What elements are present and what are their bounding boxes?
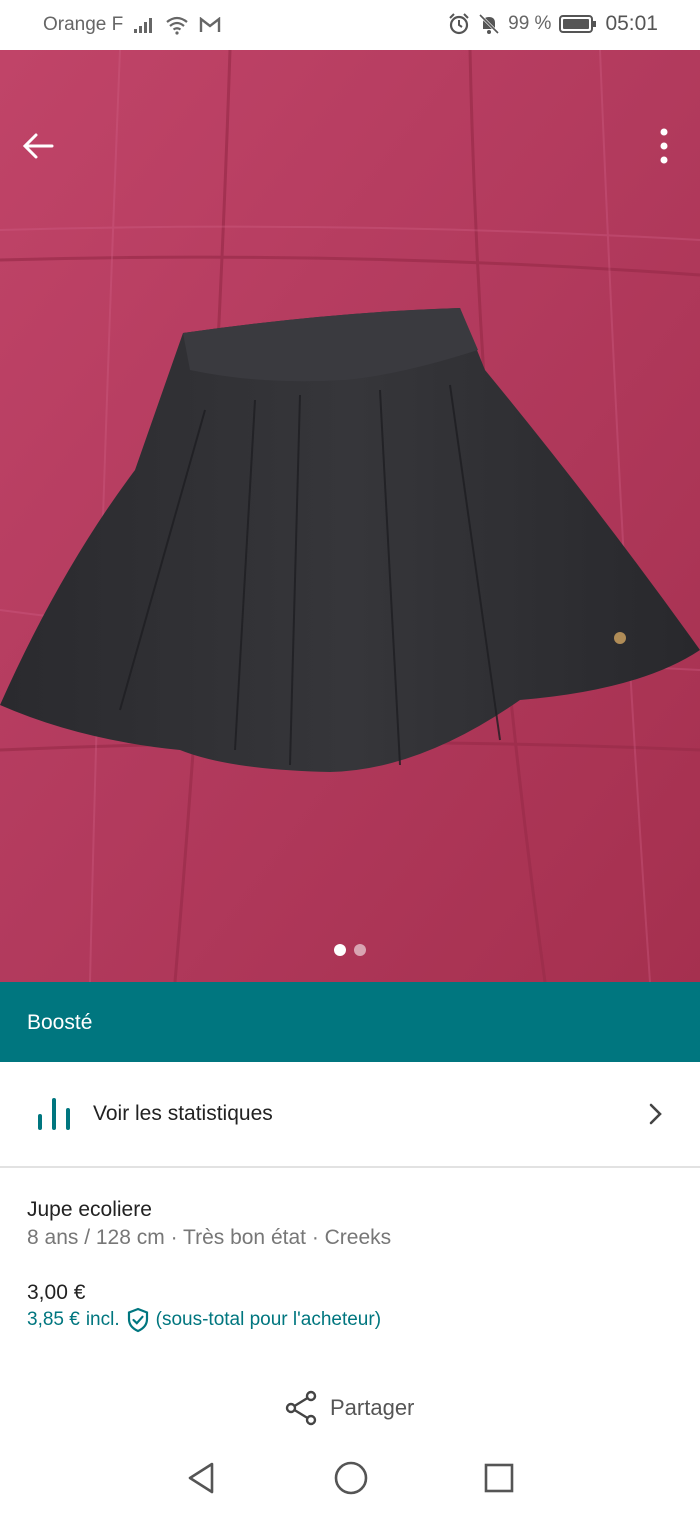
gallery-pagination [334,944,366,956]
gmail-icon [200,17,221,32]
nav-home-icon[interactable] [333,1460,369,1496]
system-navigation-bar [0,1440,700,1517]
mute-bell-icon [479,13,500,35]
status-bar: Orange F 99 % 05:01 [0,0,700,50]
stats-bars-icon [38,1098,70,1130]
back-arrow-icon[interactable] [20,128,56,164]
item-price: 3,00 € [27,1281,86,1304]
view-statistics-label: Voir les statistiques [93,1102,273,1125]
buyer-price: 3,85 € [27,1309,80,1330]
carrier-label: Orange F [43,14,124,35]
pagination-dot[interactable] [354,944,366,956]
share-icon [285,1390,317,1426]
item-photo-gallery[interactable] [0,50,700,982]
share-button[interactable]: Partager [284,1390,414,1426]
wifi-icon [166,16,188,35]
more-vertical-icon[interactable] [656,126,672,166]
share-label: Partager [330,1395,415,1420]
alarm-icon [449,13,469,35]
item-photo [0,50,700,982]
shield-check-icon [127,1307,148,1333]
pagination-dot-active[interactable] [334,944,346,956]
buyer-subtotal-note: (sous-total pour l'acheteur) [155,1309,382,1330]
buyer-incl-label: incl. [85,1309,120,1330]
clock: 05:01 [605,12,658,35]
nav-back-icon[interactable] [185,1460,217,1496]
item-title: Jupe ecoliere [27,1198,152,1221]
battery-icon [559,15,597,33]
boost-banner: Boosté [0,982,700,1062]
nav-recents-icon[interactable] [483,1460,515,1496]
item-details: 8 ans / 128 cm · Très bon état · Creeks [27,1226,392,1249]
view-statistics-row[interactable]: Voir les statistiques [0,1062,700,1168]
signal-icon [134,18,153,33]
chevron-right-icon [649,1103,662,1125]
battery-percent: 99 % [508,13,552,34]
boost-label: Boosté [27,1011,93,1034]
buyer-price-info[interactable]: 3,85 € incl. (sous-total pour l'acheteur… [27,1307,381,1333]
